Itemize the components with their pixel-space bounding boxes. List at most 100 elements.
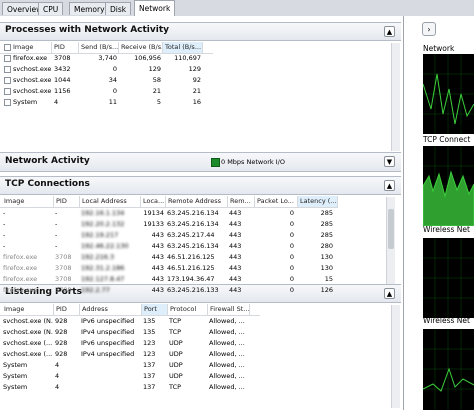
column-remote-port[interactable]: Rem... [228,196,255,207]
table-cell: 0 [289,231,294,239]
column-protocol[interactable]: Protocol [168,304,208,315]
row-checkbox[interactable] [4,99,11,106]
tcp-scrollbar[interactable] [386,197,395,291]
table-cell: - [55,231,58,239]
table-cell: - [55,209,58,217]
table-cell: System [3,383,28,391]
table-cell: 16 [192,98,201,106]
column-pid[interactable]: PID [54,304,80,315]
table-cell: svchost.exe (N... [3,328,53,336]
table-row[interactable]: System 4 137 TCP Allowed, ... [0,382,260,393]
table-cell: IPv4 unspecified [81,350,135,358]
tcp-scrollbar-thumb[interactable] [388,209,394,249]
table-row[interactable]: svchost.exe (...1044 34 58 92 [0,75,213,86]
table-cell: 0 [289,286,294,294]
table-row[interactable]: - -192.19.217 443 63.245.217.44 443 0 285 [0,230,338,241]
collapse-icon[interactable]: ▲ [384,180,395,191]
table-row[interactable]: System 4 137 UDP Allowed, ... [0,360,260,371]
network-graph [423,54,474,134]
table-cell: Allowed, ... [209,328,245,336]
column-image[interactable]: Image [2,304,54,315]
row-checkbox[interactable] [4,55,11,62]
table-cell: 443 [151,275,164,283]
processes-scrollbar[interactable] [391,43,400,151]
table-row[interactable]: System 4 137 UDP Allowed, ... [0,371,260,382]
table-row[interactable]: svchost.exe (... 928 IPv6 unspecified 123 UD… [0,338,260,349]
table-row[interactable]: firefox.exe 3708 192.31.2.186 443 46.51.216.… [0,263,338,274]
table-cell: - [55,220,58,228]
table-row[interactable]: - - 192.20.2.132 19133 63.245.216.134 443 0 285 [0,219,338,230]
column-receive[interactable]: Receive (B/s... [119,42,163,53]
table-row[interactable]: firefox.exe 3708 192.2.77 443 63.245.216.133… [0,285,338,296]
table-cell: 443 [151,264,164,272]
table-cell: 0 [112,87,117,95]
table-cell: 928 [55,339,68,347]
chevron-right-icon[interactable]: › [422,22,436,36]
column-address[interactable]: Address [80,304,142,315]
table-row[interactable]: svchost.exe (... 928 IPv4 unspecified 123 UD… [0,349,260,360]
column-pid[interactable]: PID [54,196,80,207]
column-send[interactable]: Send (B/s... [79,42,119,53]
table-cell: 137 [143,372,156,380]
network-activity-header[interactable]: Network Activity 0 Mbps Network I/O ▼ [0,152,401,172]
table-row[interactable]: svchost.exe (...1156 0 21 21 [0,86,213,97]
tab-memory[interactable]: Memory [69,2,110,15]
table-cell: firefox.exe [3,264,38,272]
table-row[interactable]: firefox.exe 3708 192.216.3 443 46.51.216.125… [0,252,338,263]
ports-scrollbar[interactable] [391,305,400,408]
column-pid[interactable]: PID [52,42,79,53]
column-local-address[interactable]: Local Address [80,196,141,207]
tcp-section-header[interactable]: TCP Connections ▲ [0,176,401,195]
row-checkbox[interactable] [4,66,11,73]
table-cell: 443 [151,253,164,261]
column-port[interactable]: Port [142,304,168,315]
table-cell: - [3,209,6,217]
column-latency[interactable]: Latency (... [298,196,338,207]
column-local-port[interactable]: Loca... [141,196,166,207]
column-firewall-status[interactable]: Firewall St... [208,304,250,315]
table-cell: 63.245.216.134 [167,220,219,228]
table-row[interactable]: System 4 11 5 16 [0,97,213,108]
select-all-checkbox[interactable] [4,44,11,51]
collapse-icon[interactable]: ▲ [384,288,395,299]
table-cell: 192.2.77 [81,286,110,294]
table-row[interactable]: svchost.exe (...3432 0 129 129 [0,64,213,75]
table-cell: 34 [108,76,117,84]
column-remote-address[interactable]: Remote Address [166,196,228,207]
table-cell: 192.16.1.134 [81,209,125,217]
tab-disk[interactable]: Disk [105,2,132,15]
tab-cpu[interactable]: CPU [38,2,64,15]
table-row[interactable]: - -192.46.22.130 443 63.245.216.134 443 0 280 [0,241,338,252]
table-row[interactable]: svchost.exe (N... 928 IPv6 unspecified 135 T… [0,316,260,327]
expand-icon[interactable]: ▼ [384,156,395,167]
column-image[interactable]: Image [2,196,54,207]
table-cell: System [3,372,28,380]
row-checkbox[interactable] [4,77,11,84]
table-cell: 443 [229,253,242,261]
table-cell: 4 [55,372,60,380]
column-total[interactable]: Total (B/s... [163,42,203,53]
table-row[interactable]: - - 192.16.1.134 19134 63.245.216.134 443 0 285 [0,208,338,219]
table-cell: 21 [192,87,201,95]
table-row[interactable]: firefox.exe 3708 192.127.8.47 443 173.194.36… [0,274,338,285]
table-row[interactable]: firefox.exe 3708 3,740 106,956 110,697 [0,53,213,64]
table-cell: 137 [143,361,156,369]
table-cell [81,360,141,370]
table-cell: 0 [289,209,294,217]
main-panel: Processes with Network Activity ▲ Image … [0,16,404,410]
table-cell: - [3,231,6,239]
network-io-status: 0 Mbps Network I/O [221,158,285,166]
table-cell: Allowed, ... [209,372,245,380]
row-checkbox[interactable] [4,88,11,95]
table-row[interactable]: svchost.exe (N... 928 IPv4 unspecified 135 T… [0,327,260,338]
collapse-icon[interactable]: ▲ [384,26,395,37]
table-cell: 135 [143,328,156,336]
table-cell: 443 [229,220,242,228]
table-cell: System [3,361,28,369]
tab-network[interactable]: Network [134,0,176,16]
column-image[interactable]: Image [11,42,52,53]
processes-section-header[interactable]: Processes with Network Activity ▲ [0,22,401,41]
column-packet-loss[interactable]: Packet Lo... [255,196,298,207]
table-cell: 3708 [54,54,71,62]
table-cell: 285 [320,209,333,217]
